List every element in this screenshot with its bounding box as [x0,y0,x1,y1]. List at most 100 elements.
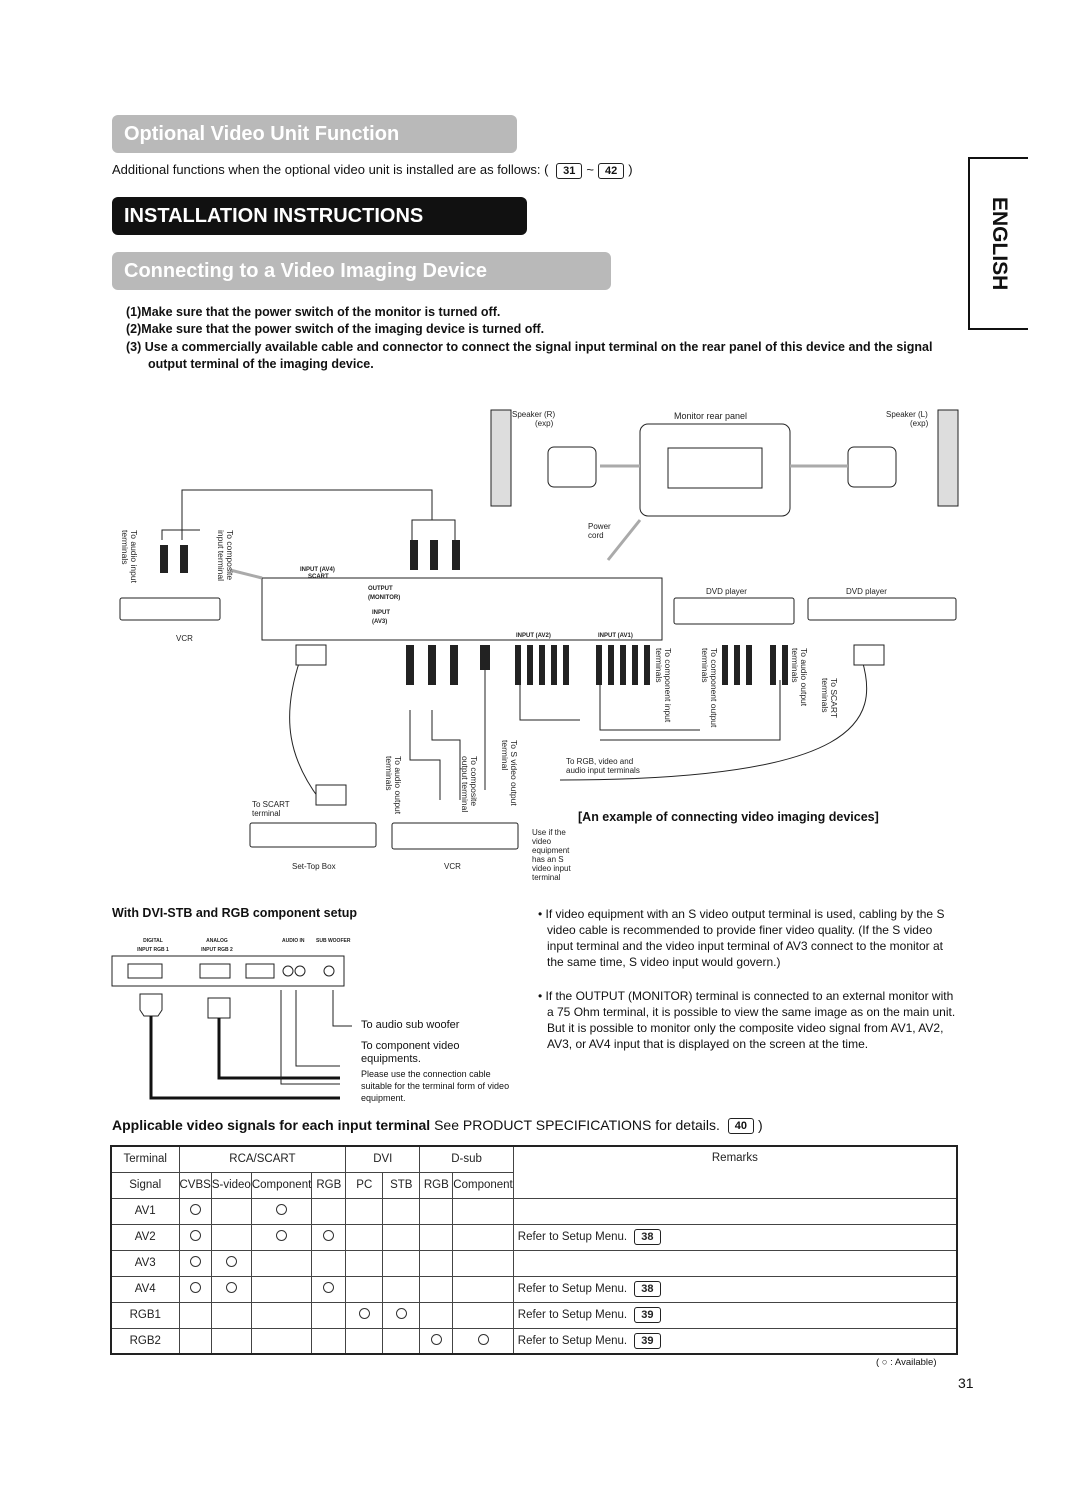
mark-cell [250,1249,313,1277]
applicable-rest: See PRODUCT SPECIFICATIONS for details. [434,1117,720,1133]
remark-cell: Refer to Setup Menu. 38 [512,1223,958,1251]
mark-cell [345,1327,384,1355]
remark-text: Refer to Setup Menu. [517,1309,628,1322]
row-name: RGB2 [110,1327,180,1355]
row-name: AV1 [110,1197,180,1225]
mark-cell [345,1249,384,1277]
label-sub-woofer: SUB WOOFER [316,938,351,944]
dvi-panel-diagram [111,955,352,1100]
table-row: AV2 Refer to Setup Menu. 38 [110,1223,958,1251]
mark-cell [210,1197,252,1225]
remark-cell: Refer to Setup Menu. 39 [512,1301,958,1329]
available-mark [276,1204,288,1215]
mark-cell [250,1197,313,1225]
vcr-device [119,597,221,621]
available-mark [189,1256,201,1267]
mark-cell [311,1301,347,1329]
label-cable-note: Please use the connection cable suitable… [361,1069,510,1103]
table-row: RGB1 Refer to Setup Menu. 39 [110,1301,958,1329]
monitor-rear [639,423,791,517]
mark-cell [452,1327,514,1355]
mark-cell [178,1223,212,1251]
page-number: 31 [958,1375,974,1391]
page-ref: 40 [727,1118,754,1135]
page-ref: 39 [634,1307,661,1323]
header-cell: PC [345,1171,384,1199]
header-remarks: Remarks [512,1145,958,1199]
mark-cell [452,1249,514,1277]
available-mark [477,1333,489,1345]
mark-cell [178,1249,212,1277]
header-cell: RGB [419,1171,454,1199]
vcr-device [391,822,519,850]
label-to-scart-terminal: To SCART terminal [252,800,290,818]
mark-cell [382,1301,421,1329]
mark-cell [345,1223,384,1251]
mark-cell [311,1197,347,1225]
row-name: RGB1 [110,1301,180,1329]
mark-cell [419,1275,454,1303]
label-to-composite-input: To composite input terminal [216,530,235,582]
mark-cell [382,1275,421,1303]
signals-table: Terminal RCA/SCART DVI D-sub Remarks Sig… [110,1145,958,1355]
mark-cell [210,1301,252,1329]
mark-cell [250,1327,313,1355]
available-mark [225,1256,237,1267]
row-name: AV3 [110,1249,180,1277]
remark-cell: Refer to Setup Menu. 39 [512,1327,958,1355]
page-ref: 39 [634,1332,661,1349]
mark-cell [210,1275,252,1303]
set-top-box [249,822,377,848]
mark-cell [311,1275,347,1303]
label-audio-in: AUDIO IN [282,938,305,944]
label-dvd-player: DVD player [706,587,747,596]
header-dsub: D-sub [419,1145,514,1173]
available-mark [189,1204,201,1215]
header-cell: S-video [210,1171,252,1199]
remark-cell [512,1249,958,1277]
label-to-audio-input: To audio input terminals [120,530,139,583]
header-cell: CVBS [178,1171,212,1199]
mark-cell [345,1197,384,1225]
available-mark [225,1282,237,1293]
label-power-cord: Power cord [588,522,611,540]
mark-cell [311,1327,347,1355]
page-ref: 38 [634,1281,661,1297]
row-name: AV4 [110,1275,180,1303]
mark-cell [382,1249,421,1277]
remark-text: Refer to Setup Menu. [517,1283,628,1296]
remark-cell: Refer to Setup Menu. 38 [512,1275,958,1303]
header-cell: RGB [311,1171,347,1199]
label-to-audio-output: To audio output terminals [384,756,403,815]
label-speaker-l-exp: (exp) [910,419,929,428]
label-use-if: Use if the video equipment has an S vide… [532,828,571,882]
label-to-rgb: To RGB, video and audio input terminals [566,757,640,775]
close-paren: ) [758,1117,763,1133]
speaker-terminal [847,446,897,488]
header-cell: Component [452,1171,514,1199]
row-name: AV2 [110,1223,180,1251]
label-dvd-player: DVD player [846,587,887,596]
applicable-bold: Applicable video signals for each input … [112,1117,431,1133]
label-speaker-r: Speaker (R) [512,410,556,419]
label-to-composite-output: To composite output terminal [460,756,479,813]
speaker-l [937,409,959,507]
label-set-top-box: Set-Top Box [292,862,336,871]
mark-cell [345,1301,384,1329]
page-ref: 38 [634,1229,661,1245]
mark-cell [382,1223,421,1251]
label-to-component: To component video equipments. [361,1040,460,1065]
mark-cell [419,1301,454,1329]
label-speaker-r-exp: (exp) [535,419,554,428]
mark-cell [382,1197,421,1225]
remark-text: Refer to Setup Menu. [517,1334,628,1347]
label-to-svideo-output: To S video output terminal [500,740,519,806]
mark-cell [311,1249,347,1277]
label-input-av1: INPUT (AV1) [598,633,633,639]
bullet-svideo: • If video equipment with an S video out… [538,907,945,969]
label-to-component-output: To component output terminals [700,648,719,728]
available-mark [189,1230,201,1241]
mark-cell [419,1223,454,1251]
available-mark [189,1282,201,1293]
dvd-player [807,597,957,621]
